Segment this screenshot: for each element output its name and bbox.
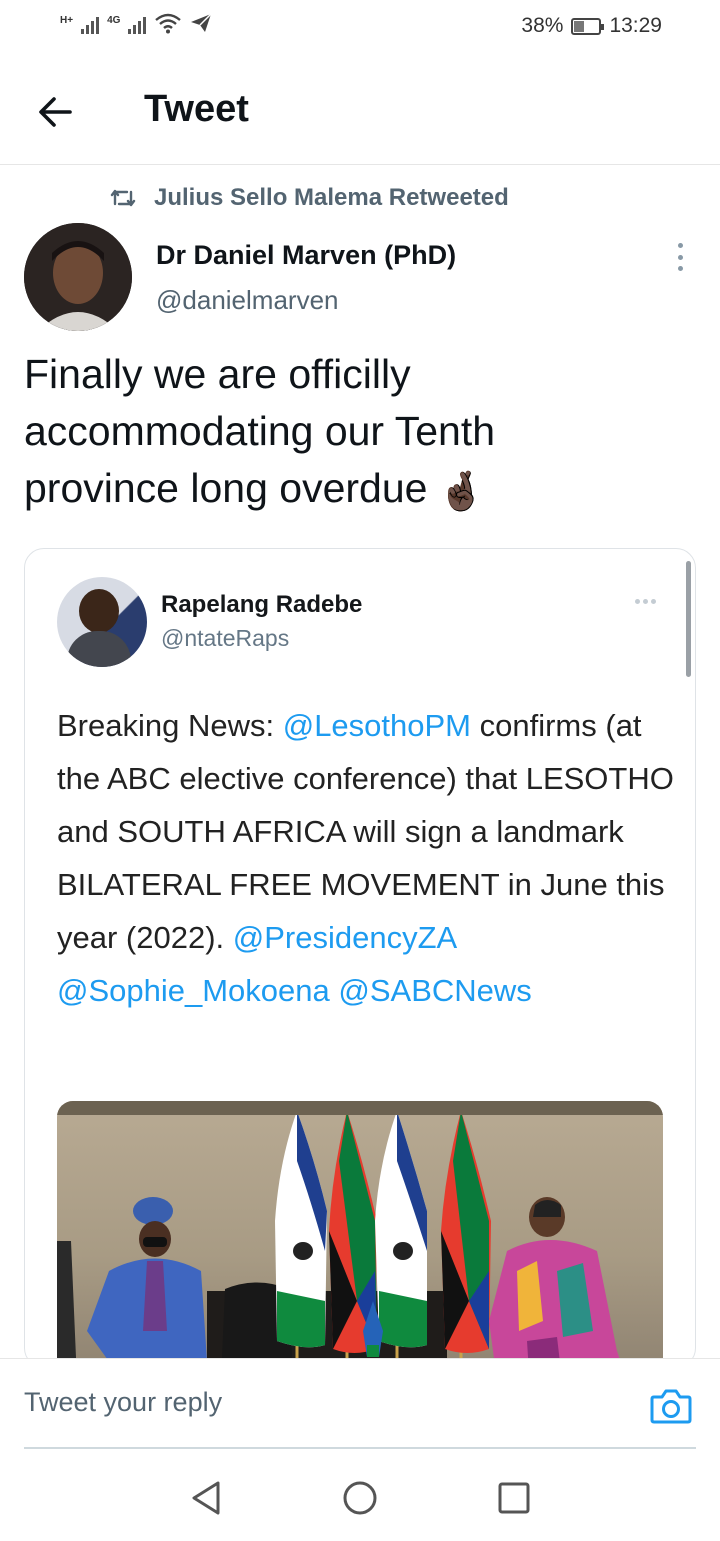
back-button[interactable] <box>34 90 78 134</box>
status-left: H+ 4G <box>60 12 212 34</box>
nav-recents-button[interactable] <box>494 1478 534 1518</box>
battery-fill <box>574 20 585 32</box>
signal-icon-1 <box>81 14 100 34</box>
nav-home-button[interactable] <box>340 1478 380 1518</box>
arrow-left-icon <box>39 97 72 127</box>
dot-icon <box>677 254 683 260</box>
quoted-name: Rapelang Radebe <box>161 591 363 618</box>
retweeted-by-label: Julius Sello Malema Retweeted <box>154 184 509 211</box>
square-recents-icon <box>498 1482 530 1514</box>
avatar-image <box>24 223 132 331</box>
system-nav-bar <box>0 1450 720 1541</box>
nav-back-button[interactable] <box>186 1478 226 1518</box>
triangle-back-icon <box>192 1481 220 1515</box>
retweet-icon <box>110 189 136 207</box>
reply-bar: Tweet your reply <box>0 1358 720 1450</box>
battery-icon <box>571 17 605 35</box>
mention-link: @PresidencyZA <box>232 920 456 955</box>
page-title: Tweet <box>144 88 249 130</box>
circle-home-icon <box>343 1481 377 1515</box>
header: Tweet <box>0 56 720 165</box>
author-handle[interactable]: @danielmarven <box>156 285 338 316</box>
news-photo <box>57 1101 663 1367</box>
quoted-avatar <box>57 577 147 667</box>
tweet-body: Finally we are officilly accommodating o… <box>24 351 496 511</box>
reply-underline <box>24 1447 696 1449</box>
telegram-icon <box>191 13 212 32</box>
dot-icon <box>677 243 683 248</box>
status-bar: H+ 4G 38% 13:29 <box>0 0 720 56</box>
more-options-button[interactable] <box>666 240 694 274</box>
wifi-icon <box>155 13 182 34</box>
mention-link: @Sophie_Mokoena <box>57 973 330 1008</box>
avatar-head <box>79 589 119 633</box>
quoted-handle: @ntateRaps <box>161 625 290 651</box>
author-avatar[interactable] <box>24 223 132 331</box>
tweet-text: Finally we are officilly accommodating o… <box>24 346 624 521</box>
camera-icon <box>650 1389 692 1424</box>
network-type-2: 4G <box>107 15 121 26</box>
reply-input[interactable]: Tweet your reply <box>24 1387 222 1418</box>
flags-and-officials-illustration <box>57 1105 623 1367</box>
quoted-text: Breaking News: @LesothoPM confirms (at t… <box>57 699 677 1017</box>
dot-icon <box>677 266 683 271</box>
battery-percent: 38% <box>521 14 564 37</box>
status-right: 38% 13:29 <box>521 14 662 38</box>
mention-link: @SABCNews <box>338 973 532 1008</box>
author-name[interactable]: Dr Daniel Marven (PhD) <box>156 240 456 271</box>
quoted-more-icon <box>635 599 656 604</box>
quoted-text-segment: confirms (at the ABC elective conference… <box>57 708 674 955</box>
crossed-fingers-icon: 🤞🏿 <box>437 471 485 513</box>
tweet-image[interactable]: Rapelang Radebe @ntateRaps Breaking News… <box>24 548 696 1368</box>
network-type-1: H+ <box>60 15 74 26</box>
camera-button[interactable] <box>650 1387 692 1425</box>
signal-icon-2 <box>128 14 147 34</box>
retweet-context[interactable]: Julius Sello Malema Retweeted <box>110 184 509 212</box>
clock: 13:29 <box>609 14 662 37</box>
avatar-body <box>67 631 131 667</box>
quoted-text-segment: Breaking News: <box>57 708 283 743</box>
mention-link: @LesothoPM <box>282 708 472 743</box>
scrollbar <box>686 561 691 677</box>
